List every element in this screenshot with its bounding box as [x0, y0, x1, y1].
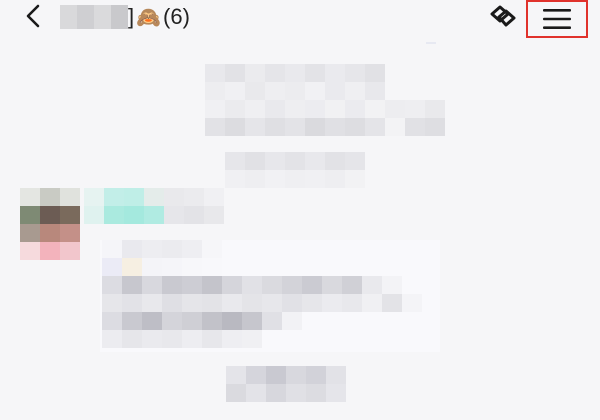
title-bracket: ]	[128, 4, 135, 29]
avatar[interactable]	[20, 188, 80, 260]
blurred-group-name	[60, 5, 128, 29]
sender-name-pixelated	[84, 188, 224, 224]
hamburger-menu-icon	[543, 9, 571, 29]
chat-title: ] 🙈 (6)	[60, 3, 190, 31]
header-divider	[426, 42, 436, 44]
menu-button[interactable]	[526, 0, 588, 38]
member-count: (6)	[163, 4, 190, 29]
timestamp-pixelated-2	[226, 366, 346, 402]
chat-header: ] 🙈 (6)	[0, 0, 600, 40]
monkey-emoji: 🙈	[136, 5, 162, 29]
link-icon[interactable]	[484, 2, 520, 32]
system-message-pixelated	[205, 64, 445, 136]
chevron-left-icon[interactable]	[22, 4, 46, 28]
timestamp-pixelated	[225, 152, 365, 188]
chat-message-pixelated	[102, 240, 422, 348]
